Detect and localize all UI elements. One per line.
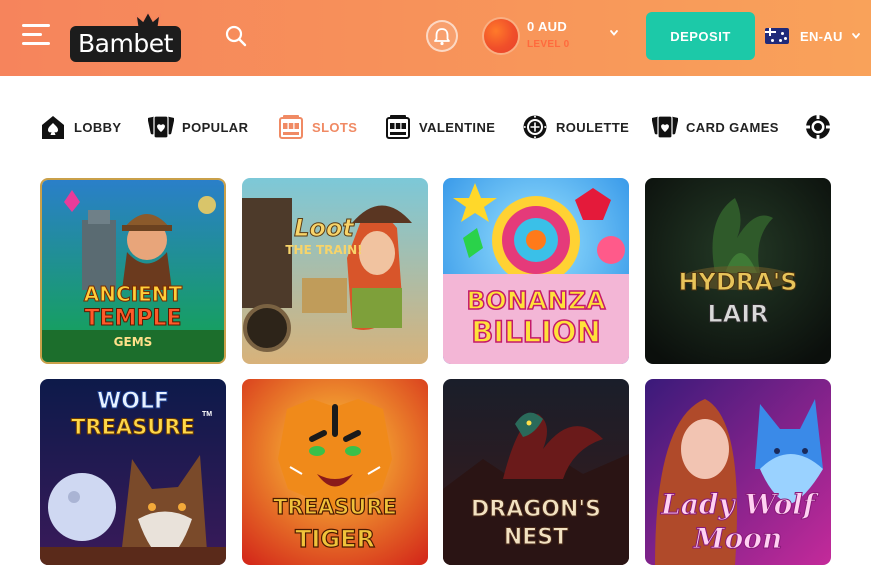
game-artwork: [443, 178, 629, 364]
game-artwork: [645, 178, 831, 364]
card-games-icon: [652, 115, 678, 139]
notifications-button[interactable]: [426, 20, 458, 52]
category-slots[interactable]: SLOTS: [278, 106, 357, 148]
category-label: VALENTINE: [419, 119, 496, 135]
category-roulette[interactable]: ROULETTE: [522, 106, 629, 148]
category-label: POPULAR: [182, 119, 249, 135]
language-label: EN-AU: [800, 28, 843, 44]
category-label: LOBBY: [74, 119, 122, 135]
poker-chip-icon: [806, 115, 830, 139]
game-artwork: [42, 180, 224, 362]
game-artwork: [242, 178, 428, 364]
game-tile-wolf-treasure[interactable]: WOLF TREASURE TM: [40, 379, 226, 565]
bell-icon: [434, 28, 450, 46]
menu-icon[interactable]: [22, 24, 50, 48]
game-artwork: [645, 379, 831, 565]
game-artwork: [443, 379, 629, 565]
category-popular[interactable]: POPULAR: [148, 106, 248, 148]
language-selector[interactable]: EN-AU: [765, 26, 861, 46]
game-tile-treasure-tiger[interactable]: TREASURE TIGER: [242, 379, 428, 565]
brand-logo[interactable]: Bambet: [70, 26, 181, 62]
game-tile-dragons-nest[interactable]: DRAGON'S NEST: [443, 379, 629, 565]
chevron-down-icon: [851, 33, 860, 39]
game-tile-lady-wolf-moon[interactable]: Lady Wolf Moon: [645, 379, 831, 565]
chevron-down-icon[interactable]: [609, 28, 619, 38]
game-tile-ancient-temple-gems[interactable]: ANCIENT TEMPLE GEMS: [40, 178, 226, 364]
category-valentine[interactable]: VALENTINE: [385, 106, 495, 148]
category-card-games[interactable]: CARD GAMES: [652, 106, 779, 148]
spade-house-icon: [42, 116, 64, 139]
user-avatar[interactable]: [484, 19, 518, 53]
slot-machine-icon: [279, 115, 303, 139]
deposit-button[interactable]: DEPOSIT: [646, 12, 755, 60]
category-poker[interactable]: [805, 106, 839, 148]
trademark-mark: TM: [202, 411, 213, 418]
cards-heart-icon: [148, 115, 174, 139]
top-header: Bambet 0 AUD LEVEL 0 DEPOSIT EN-AU: [0, 0, 871, 76]
australia-flag-icon: [765, 28, 789, 44]
category-nav: LOBBY POPULAR SLOTS VALENTINE ROULETTE C…: [40, 106, 871, 148]
category-label: CARD GAMES: [686, 119, 779, 135]
roulette-wheel-icon: [523, 115, 547, 139]
game-artwork: [40, 379, 226, 565]
game-tile-hydras-lair[interactable]: HYDRA'S LAIR: [645, 178, 831, 364]
category-lobby[interactable]: LOBBY: [40, 106, 122, 148]
valentine-slot-icon: [386, 115, 410, 139]
game-artwork: [242, 379, 428, 565]
category-label: SLOTS: [312, 119, 358, 135]
account-level: LEVEL 0: [527, 39, 570, 50]
game-tile-loot-the-train[interactable]: Loot THE TRAIN!: [242, 178, 428, 364]
account-balance: 0 AUD: [527, 19, 568, 34]
category-label: ROULETTE: [556, 119, 630, 135]
search-icon[interactable]: [224, 24, 248, 48]
game-tile-bonanza-billion[interactable]: BONANZA BILLION: [443, 178, 629, 364]
